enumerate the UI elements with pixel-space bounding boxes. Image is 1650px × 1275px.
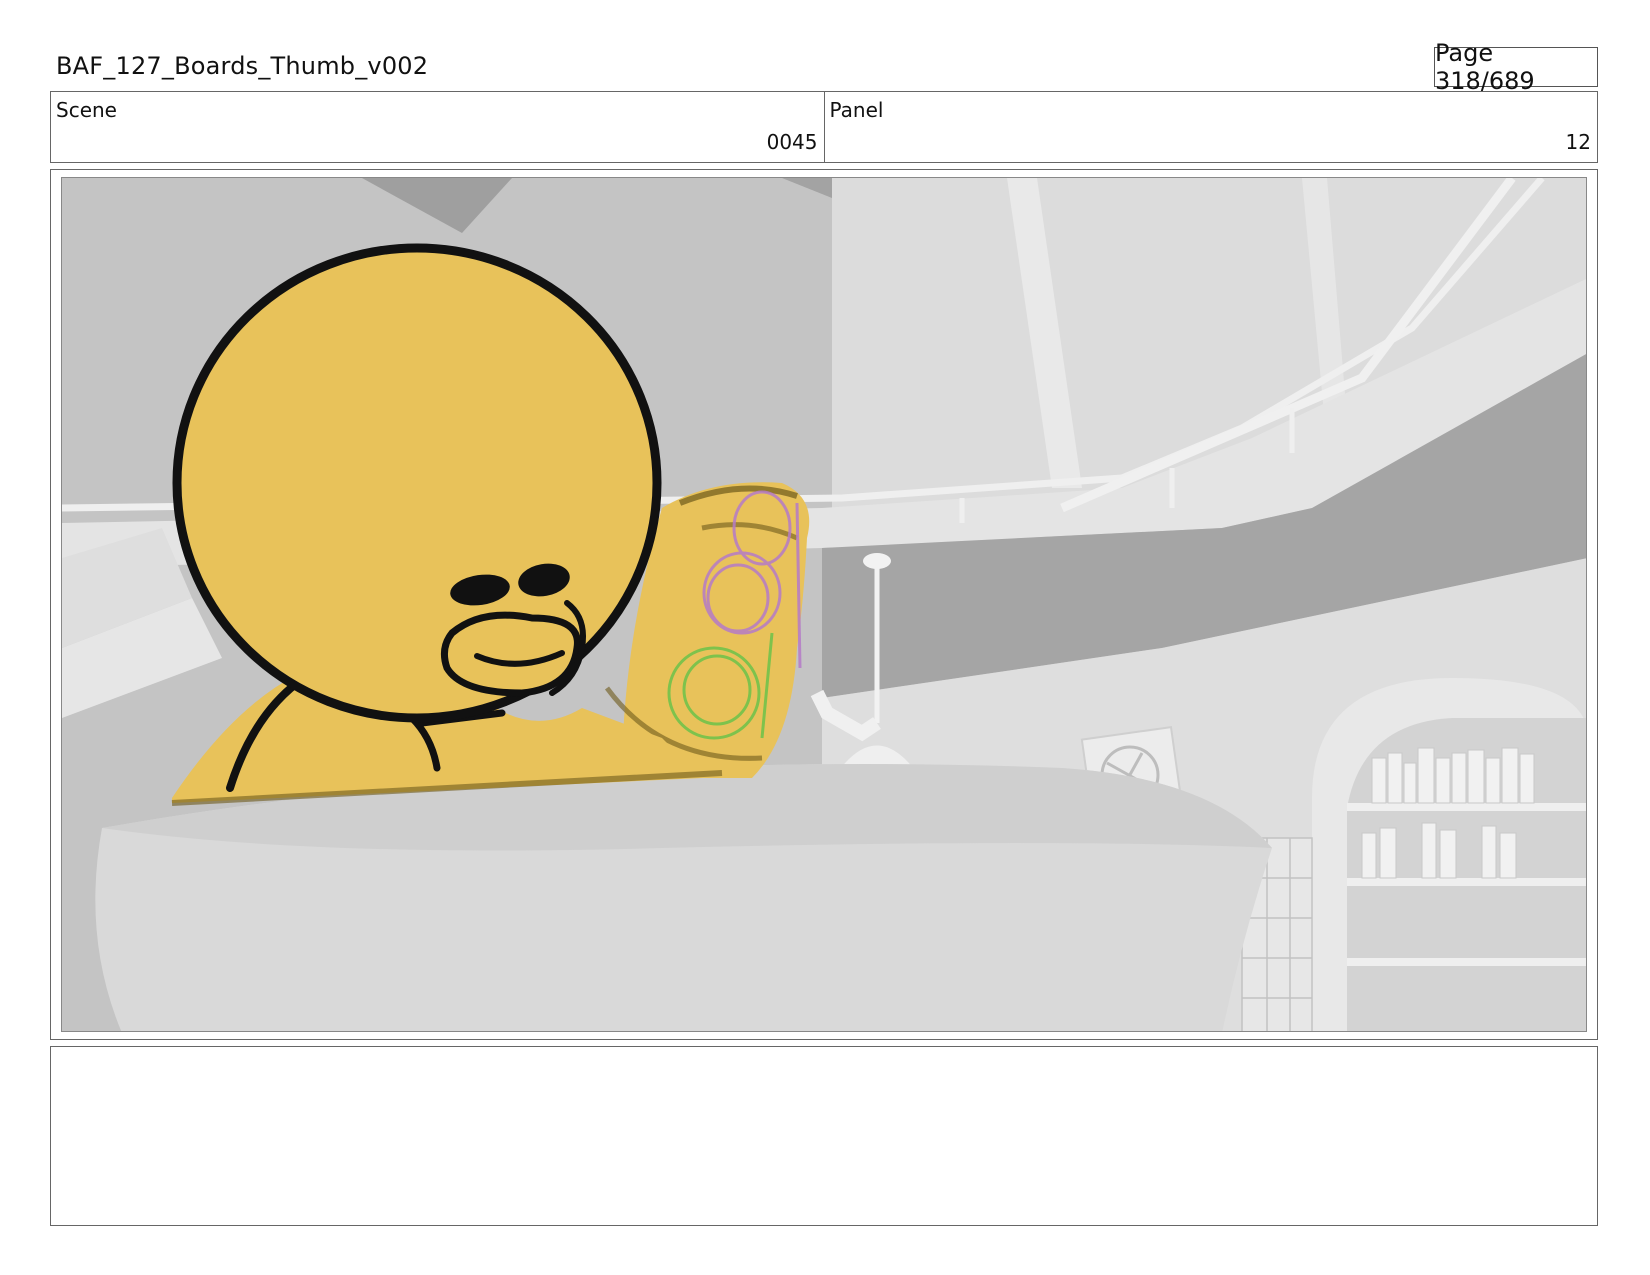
scene-label: Scene <box>56 98 117 122</box>
panel-cell: Panel 12 <box>823 92 1598 162</box>
scene-value: 0045 <box>766 130 818 154</box>
scene-cell: Scene 0045 <box>51 92 824 162</box>
document-title: BAF_127_Boards_Thumb_v002 <box>56 52 429 80</box>
storyboard-drawing <box>62 178 1586 1031</box>
page-indicator: Page 318/689 <box>1434 39 1598 95</box>
info-row: Scene 0045 Panel 12 <box>50 91 1598 163</box>
storyboard-panel-image <box>61 177 1587 1032</box>
panel-label: Panel <box>829 98 884 122</box>
panel-value: 12 <box>1565 130 1591 154</box>
notes-box <box>50 1046 1598 1226</box>
